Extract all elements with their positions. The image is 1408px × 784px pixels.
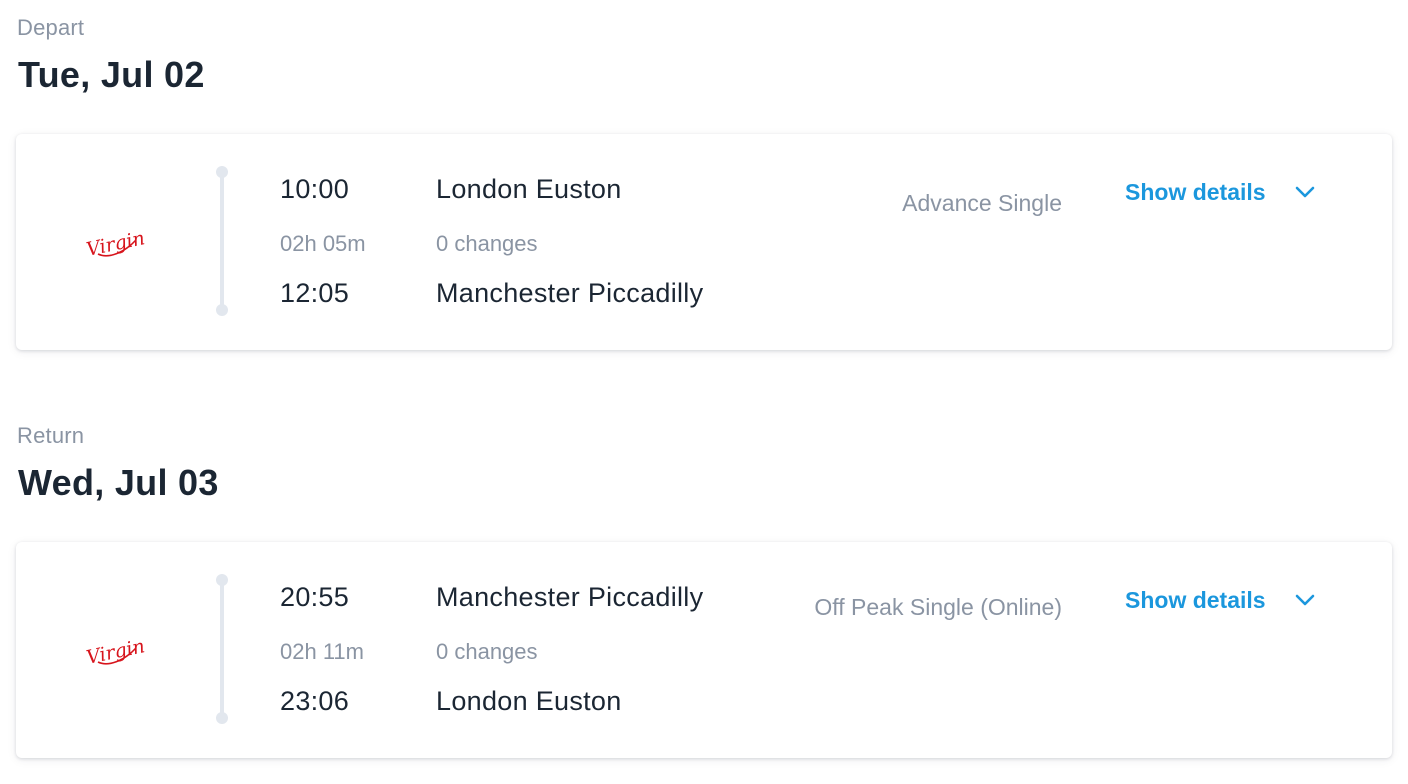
chevron-down-icon: [1295, 594, 1314, 606]
virgin-logo-text: Virgin: [84, 227, 146, 261]
show-details-button[interactable]: Show details: [1125, 176, 1316, 208]
show-details-label: Show details: [1125, 586, 1266, 613]
show-details-label: Show details: [1125, 178, 1266, 205]
fare-type: Advance Single: [902, 190, 1062, 216]
origin-station: London Euston: [436, 174, 622, 204]
departure-dot: [216, 574, 228, 586]
journey-timeline: [216, 574, 228, 724]
journey-duration: 02h 05m: [280, 231, 366, 256]
origin-station: Manchester Piccadilly: [436, 582, 704, 612]
return-date: Wed, Jul 03: [18, 462, 219, 503]
journey-changes: 0 changes: [436, 639, 538, 664]
destination-station: Manchester Piccadilly: [436, 278, 704, 308]
outbound-journey-card: Virgin 10:00 02h 05m 12:05 London Euston…: [16, 134, 1392, 350]
fare-type: Off Peak Single (Online): [814, 594, 1062, 620]
virgin-trains-logo: Virgin: [84, 635, 146, 669]
show-details-button[interactable]: Show details: [1125, 584, 1316, 616]
arrival-dot: [216, 304, 228, 316]
destination-station: London Euston: [436, 686, 622, 716]
return-label: Return: [17, 423, 85, 448]
arrival-time: 12:05: [280, 278, 350, 308]
journey-summary: Depart Tue, Jul 02 Virgin 10:00 02h 05m …: [0, 0, 1408, 784]
return-journey-card: Virgin 20:55 02h 11m 23:06 Manchester Pi…: [16, 542, 1392, 758]
arrival-time: 23:06: [280, 686, 350, 716]
virgin-trains-logo: Virgin: [84, 227, 146, 261]
depart-date: Tue, Jul 02: [18, 54, 205, 95]
departure-time: 10:00: [280, 174, 350, 204]
depart-label: Depart: [17, 15, 85, 40]
journey-timeline: [216, 166, 228, 316]
virgin-logo-text: Virgin: [84, 635, 146, 669]
departure-time: 20:55: [280, 582, 350, 612]
departure-dot: [216, 166, 228, 178]
arrival-dot: [216, 712, 228, 724]
journey-duration: 02h 11m: [280, 639, 364, 664]
journey-changes: 0 changes: [436, 231, 538, 256]
chevron-down-icon: [1295, 186, 1314, 198]
